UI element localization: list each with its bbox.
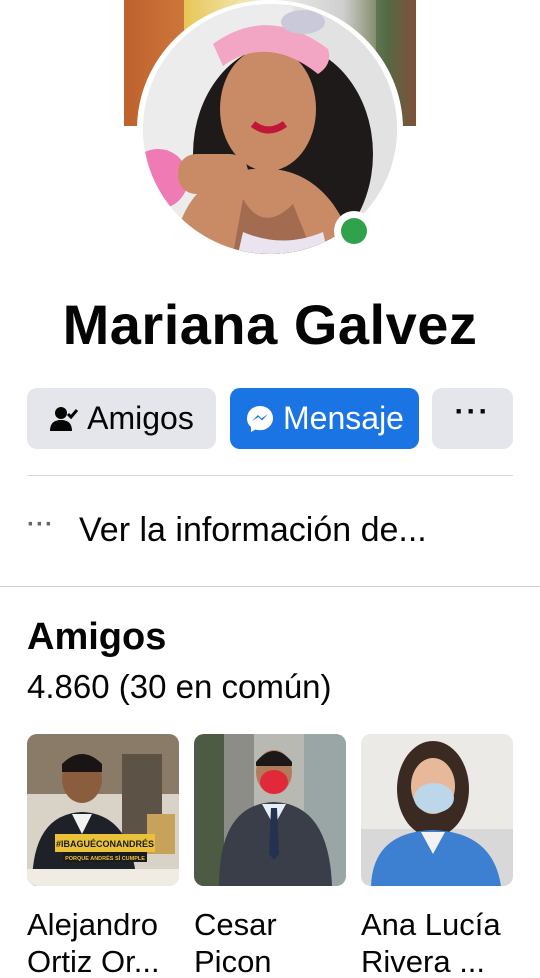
see-info-row[interactable]: ··· Ver la información de...: [27, 505, 513, 555]
messenger-icon: [245, 404, 275, 434]
more-dots-icon: ···: [27, 511, 54, 538]
friends-button-label: Amigos: [87, 400, 194, 436]
divider: [27, 475, 513, 476]
profile-name: Mariana Galvez: [62, 293, 478, 356]
more-dots-icon: ···: [454, 394, 491, 428]
profile-actions: Amigos Mensaje ···: [27, 388, 513, 449]
friend-name[interactable]: Ana Lucía Rivera ...: [361, 906, 513, 978]
friend-name[interactable]: Alejandro Ortiz Or...: [27, 906, 179, 978]
friend-card[interactable]: #IBAGUÉCONANDRÉS PORQUE ANDRÉS SÍ CUMPLE…: [27, 734, 179, 978]
section-divider: [0, 586, 540, 587]
message-button-label: Mensaje: [283, 400, 404, 436]
banner-subtext: PORQUE ANDRÉS SÍ CUMPLE: [65, 854, 145, 862]
friend-name[interactable]: Cesar Picon: [194, 906, 346, 978]
see-info-label: Ver la información de...: [79, 510, 427, 549]
friend-card[interactable]: Ana Lucía Rivera ...: [361, 734, 513, 978]
friend-photo[interactable]: [194, 734, 346, 886]
banner-text: #IBAGUÉCONANDRÉS: [56, 839, 154, 849]
friend-photo[interactable]: [361, 734, 513, 886]
message-button[interactable]: Mensaje: [230, 388, 419, 449]
friend-photo[interactable]: #IBAGUÉCONANDRÉS PORQUE ANDRÉS SÍ CUMPLE: [27, 734, 179, 886]
online-status-indicator: [334, 211, 374, 251]
friend-photo-image: [361, 734, 513, 886]
more-options-button[interactable]: ···: [432, 388, 513, 449]
friends-button[interactable]: Amigos: [27, 388, 216, 449]
person-check-icon: [49, 404, 79, 434]
friends-section-title[interactable]: Amigos: [27, 616, 166, 659]
friend-card[interactable]: Cesar Picon: [194, 734, 346, 978]
friends-count: 4.860 (30 en común): [27, 668, 332, 705]
friend-photo-image: [194, 734, 346, 886]
friend-photo-image: #IBAGUÉCONANDRÉS PORQUE ANDRÉS SÍ CUMPLE: [27, 734, 179, 886]
